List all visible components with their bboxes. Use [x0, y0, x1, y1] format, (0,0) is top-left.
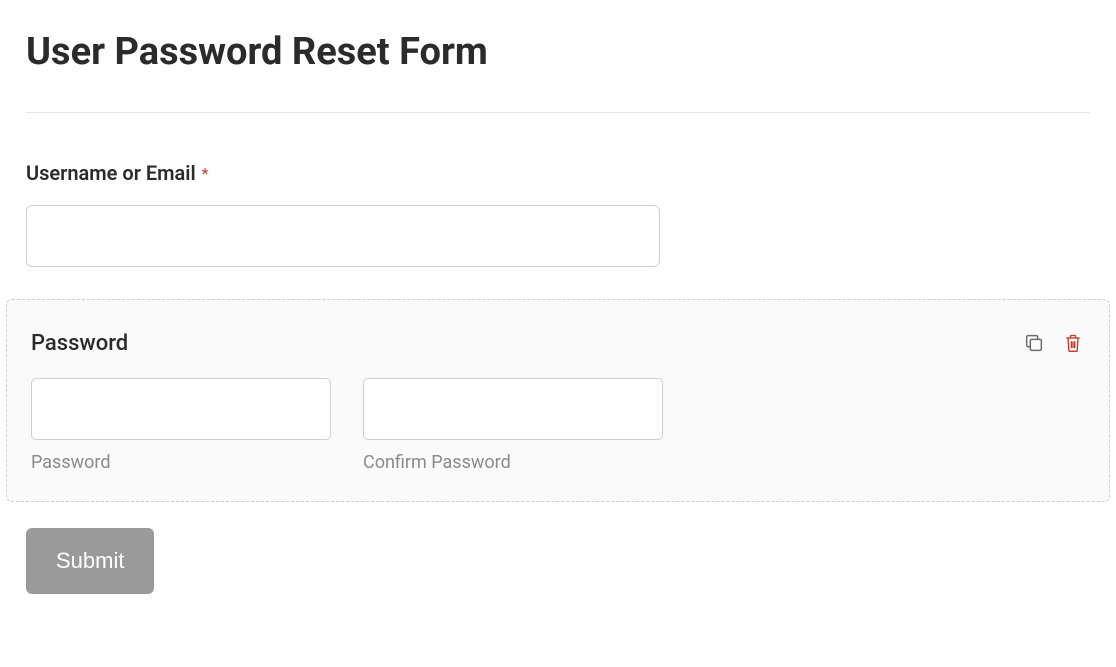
username-label: Username or Email *	[26, 161, 1090, 185]
required-asterisk: *	[202, 164, 209, 183]
confirm-password-column: Confirm Password	[363, 378, 663, 473]
trash-icon	[1063, 332, 1083, 354]
duplicate-icon	[1023, 332, 1045, 354]
confirm-password-sublabel: Confirm Password	[363, 452, 663, 473]
password-block-header: Password	[31, 330, 1085, 356]
confirm-password-input[interactable]	[363, 378, 663, 440]
page-title: User Password Reset Form	[26, 30, 1090, 74]
password-sublabel: Password	[31, 452, 331, 473]
username-label-text: Username or Email	[26, 161, 196, 185]
delete-button[interactable]	[1061, 330, 1085, 356]
username-field-block: Username or Email *	[26, 161, 1090, 267]
password-input[interactable]	[31, 378, 331, 440]
submit-button[interactable]: Submit	[26, 528, 154, 594]
password-row: Password Confirm Password	[31, 378, 1085, 473]
password-field-block[interactable]: Password Passw	[6, 299, 1110, 502]
duplicate-button[interactable]	[1021, 330, 1047, 356]
password-column: Password	[31, 378, 331, 473]
password-block-title: Password	[31, 331, 128, 356]
username-input[interactable]	[26, 205, 660, 267]
block-actions	[1021, 330, 1085, 356]
divider	[26, 112, 1090, 113]
